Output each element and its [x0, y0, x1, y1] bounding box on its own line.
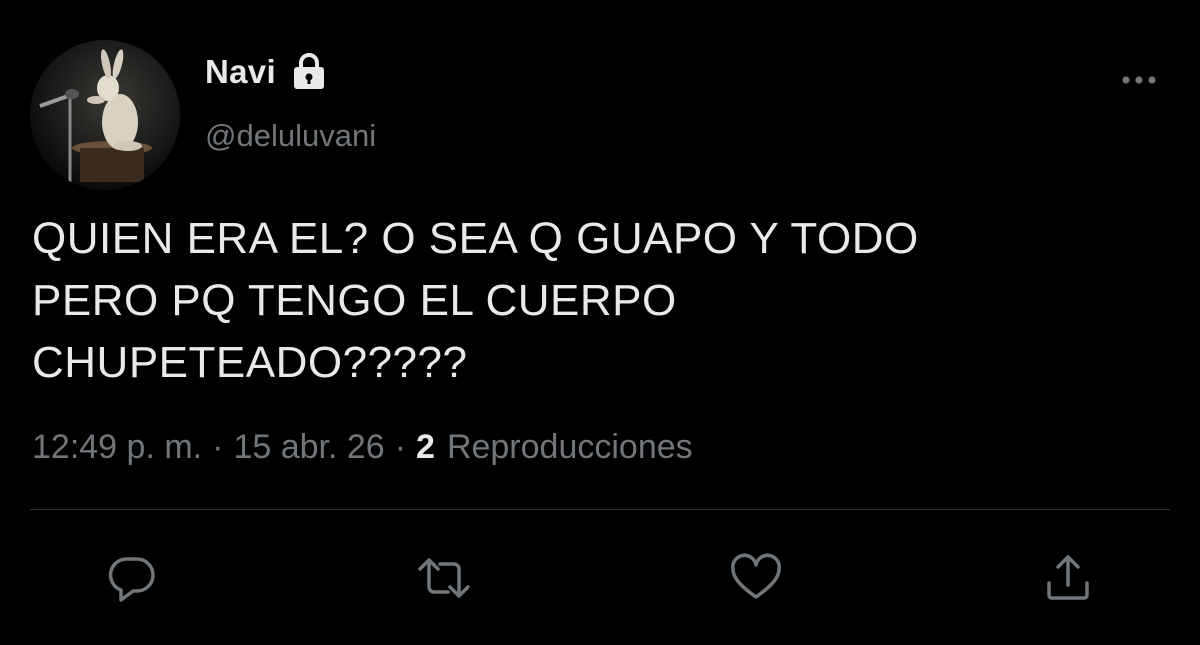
- lock-icon: [292, 53, 326, 91]
- tweet-text-line: CHUPETEADO?????: [32, 338, 468, 387]
- reply-icon: [108, 557, 155, 602]
- like-button[interactable]: [726, 548, 786, 608]
- share-icon: [1047, 555, 1089, 600]
- action-bar: [0, 548, 1200, 608]
- heart-icon: [731, 553, 781, 599]
- tweet: Navi @deluluvani QUIEN ERA EL? O SEA Q G…: [0, 0, 1200, 645]
- tweet-text-line: QUIEN ERA EL? O SEA Q GUAPO Y TODO: [32, 214, 919, 263]
- share-button[interactable]: [1038, 548, 1098, 608]
- tweet-date[interactable]: 15 abr. 26: [233, 428, 384, 467]
- author-handle[interactable]: @deluluvani: [205, 118, 376, 154]
- tweet-time[interactable]: 12:49 p. m.: [32, 428, 202, 467]
- avatar-image: [30, 40, 180, 190]
- reply-button[interactable]: [102, 548, 162, 608]
- author-name-row: Navi: [205, 52, 326, 92]
- retweet-icon: [418, 558, 470, 598]
- retweet-button[interactable]: [414, 548, 474, 608]
- avatar[interactable]: [30, 40, 180, 190]
- meta-separator: ·: [394, 428, 407, 466]
- tweet-text: QUIEN ERA EL? O SEA Q GUAPO Y TODO PERO …: [32, 208, 1152, 394]
- tweet-text-line: PERO PQ TENGO EL CUERPO: [32, 276, 677, 325]
- display-name[interactable]: Navi: [205, 53, 276, 91]
- more-options-icon[interactable]: [1118, 68, 1160, 92]
- meta-separator: ·: [212, 428, 224, 466]
- views-count[interactable]: 2: [416, 428, 435, 467]
- tweet-meta: 12:49 p. m. · 15 abr. 26 · 2 Reproduccio…: [32, 428, 693, 467]
- views-label[interactable]: Reproducciones: [447, 428, 693, 467]
- divider: [30, 509, 1170, 510]
